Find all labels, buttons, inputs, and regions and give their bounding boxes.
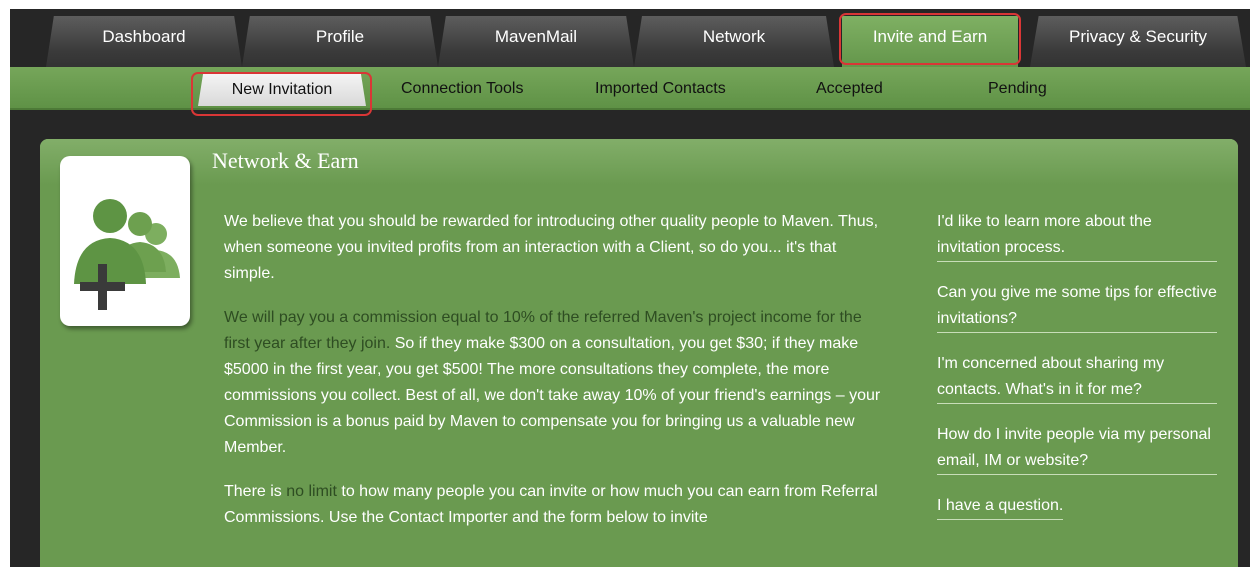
subnav-accepted[interactable]: Accepted xyxy=(816,67,883,110)
intro-paragraph: We believe that you should be rewarded f… xyxy=(224,213,879,282)
faq-links: I'd like to learn more about the invitat… xyxy=(937,209,1217,538)
page-frame: Dashboard Profile MavenMail Network Invi… xyxy=(10,9,1250,567)
limit-text-a: There is xyxy=(224,483,287,500)
top-tabs: Dashboard Profile MavenMail Network Invi… xyxy=(10,9,1250,67)
active-tab-highlight xyxy=(839,13,1021,65)
tab-mavenmail[interactable]: MavenMail xyxy=(438,16,634,67)
no-limit-highlight: no limit xyxy=(286,483,337,500)
tab-network[interactable]: Network xyxy=(634,16,834,67)
subnav-imported-contacts[interactable]: Imported Contacts xyxy=(595,67,726,110)
faq-learn-more-link[interactable]: I'd like to learn more about the invitat… xyxy=(937,209,1217,262)
subnav-connection-tools[interactable]: Connection Tools xyxy=(401,67,523,110)
main-panel: Network & Earn We believe that you shoul… xyxy=(40,139,1238,567)
faq-tips-link[interactable]: Can you give me some tips for effective … xyxy=(937,280,1217,333)
active-subnav-highlight xyxy=(191,72,372,116)
tab-profile[interactable]: Profile xyxy=(242,16,438,67)
tab-dashboard[interactable]: Dashboard xyxy=(46,16,242,67)
faq-invite-methods-link[interactable]: How do I invite people via my personal e… xyxy=(937,422,1217,475)
limit-paragraph: There is no limit to how many people you… xyxy=(224,479,884,531)
intro-content: We believe that you should be rewarded f… xyxy=(224,209,884,549)
faq-sharing-contacts-link[interactable]: I'm concerned about sharing my contacts.… xyxy=(937,351,1217,404)
tab-privacy-security[interactable]: Privacy & Security xyxy=(1030,16,1246,67)
faq-question-link[interactable]: I have a question. xyxy=(937,493,1064,520)
commission-paragraph: We will pay you a commission equal to 10… xyxy=(224,305,884,461)
people-plus-icon xyxy=(60,156,190,326)
commission-details: So if they make $300 on a consultation, … xyxy=(224,335,881,456)
panel-title: Network & Earn xyxy=(212,148,359,173)
subnav-pending[interactable]: Pending xyxy=(988,67,1047,110)
